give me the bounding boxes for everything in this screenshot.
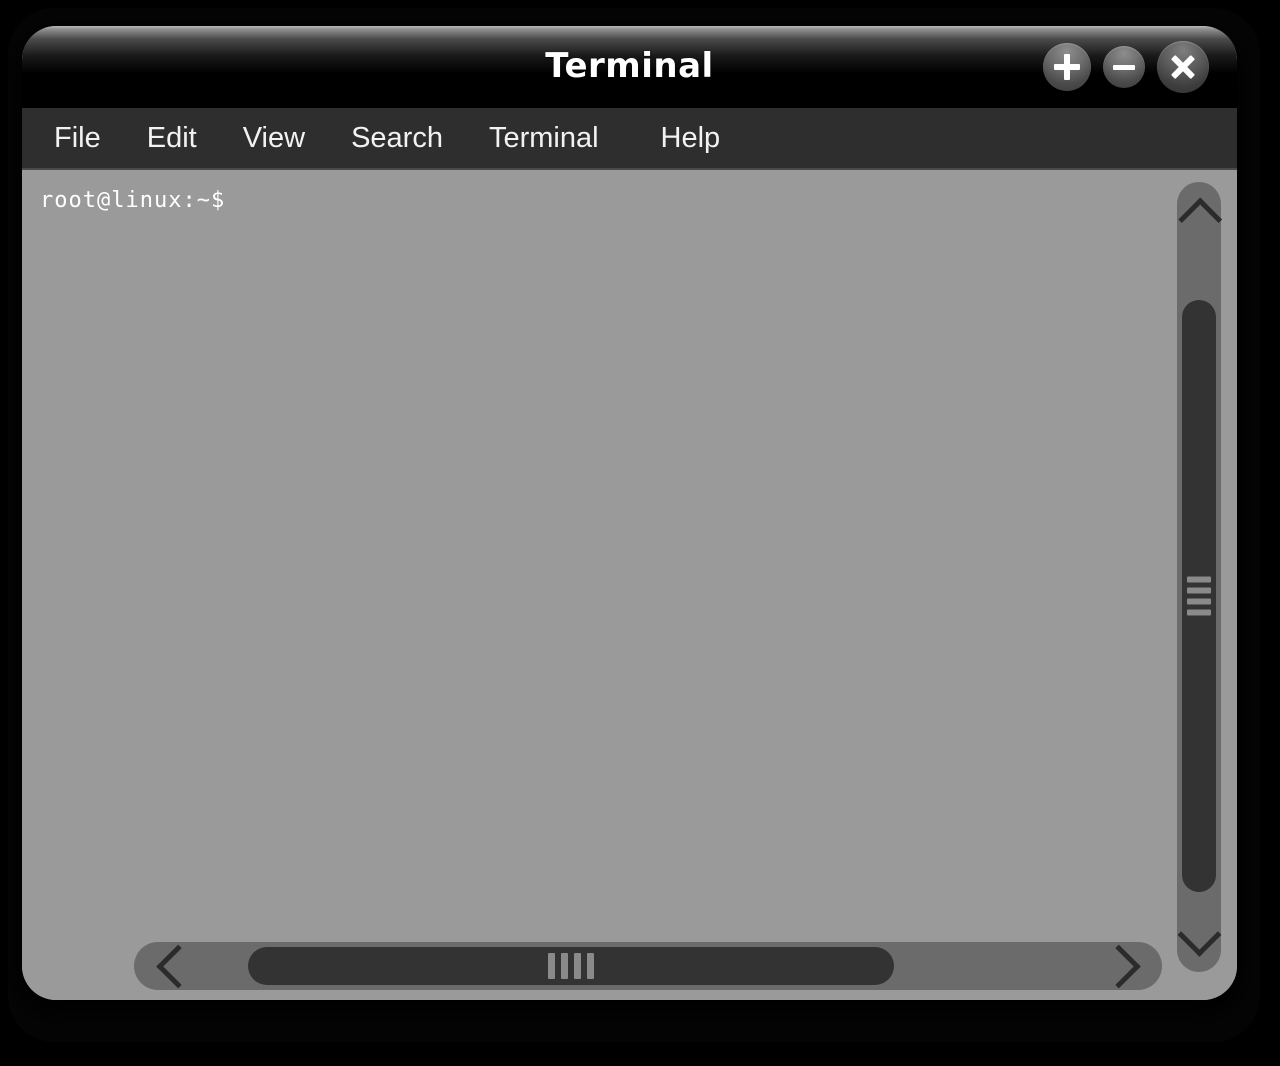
terminal-window: Terminal File Edit View Search Terminal … <box>22 26 1237 1000</box>
grip-line <box>1187 598 1211 605</box>
horizontal-scrollbar[interactable] <box>134 942 1162 990</box>
scroll-left-button[interactable] <box>142 942 202 990</box>
scroll-down-button[interactable] <box>1177 912 1221 966</box>
grip-line <box>1187 609 1211 616</box>
menu-bar: File Edit View Search Terminal Help <box>22 108 1237 170</box>
desktop-backdrop: Terminal File Edit View Search Terminal … <box>0 0 1280 1066</box>
grip-line <box>574 953 581 979</box>
scroll-right-button[interactable] <box>1094 942 1154 990</box>
shell-prompt: root@linux:~$ <box>40 188 226 213</box>
menu-item-help[interactable]: Help <box>661 122 721 155</box>
menu-item-file[interactable]: File <box>54 122 101 155</box>
chevron-down-icon <box>1177 912 1221 957</box>
menu-item-edit[interactable]: Edit <box>147 122 197 155</box>
menu-item-terminal[interactable]: Terminal <box>489 122 599 155</box>
title-bar[interactable]: Terminal <box>22 26 1237 108</box>
horizontal-scrollbar-thumb[interactable] <box>248 947 894 985</box>
minimize-button[interactable] <box>1103 46 1145 88</box>
grip-line <box>1187 587 1211 594</box>
terminal-output-area[interactable]: root@linux:~$ <box>22 170 1237 1000</box>
chevron-right-icon <box>1096 944 1141 988</box>
menu-item-view[interactable]: View <box>243 122 305 155</box>
horizontal-thumb-grip <box>548 953 594 979</box>
maximize-button[interactable] <box>1043 43 1091 91</box>
vertical-thumb-grip <box>1187 576 1211 616</box>
grip-line <box>548 953 555 979</box>
vertical-scrollbar-thumb[interactable] <box>1182 300 1216 892</box>
window-controls <box>1043 26 1209 108</box>
menu-item-search[interactable]: Search <box>351 122 443 155</box>
close-button[interactable] <box>1157 41 1209 93</box>
chevron-up-icon <box>1177 197 1222 241</box>
chevron-left-icon <box>155 944 200 988</box>
grip-line <box>561 953 568 979</box>
terminal-body: root@linux:~$ <box>22 170 1237 1000</box>
scroll-up-button[interactable] <box>1177 188 1222 241</box>
grip-line <box>1187 576 1211 583</box>
vertical-scrollbar[interactable] <box>1177 182 1222 972</box>
grip-line <box>587 953 594 979</box>
